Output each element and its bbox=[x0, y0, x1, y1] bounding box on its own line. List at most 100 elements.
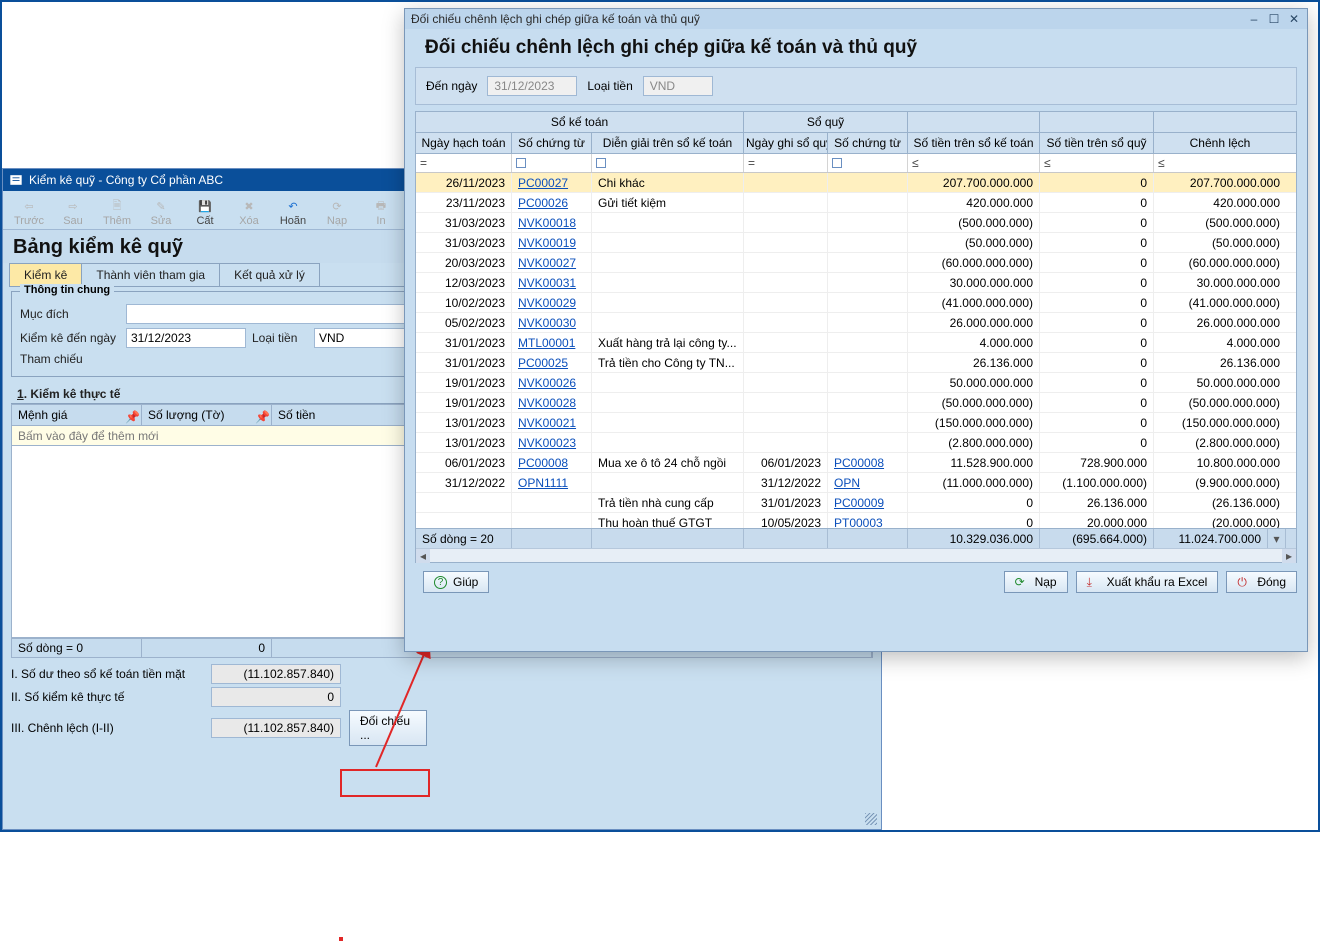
help-button[interactable]: ?Giúp bbox=[423, 571, 489, 593]
dialog-buttonbar: ?Giúp ⟳Nạp ⤓Xuất khẩu ra Excel ⏻Đóng bbox=[405, 563, 1307, 601]
grid-filter-row[interactable]: = = ≤ ≤ ≤ bbox=[416, 154, 1296, 173]
voucher-link[interactable]: NVK00018 bbox=[518, 216, 576, 230]
table-row[interactable]: 31/12/2022OPN111131/12/2022OPN(11.000.00… bbox=[416, 473, 1296, 493]
voucher-link[interactable]: OPN bbox=[834, 476, 860, 490]
horizontal-scrollbar[interactable]: ◂ ▸ bbox=[416, 548, 1296, 562]
toolbar-add[interactable]: 🗎Thêm bbox=[95, 195, 139, 229]
close-button[interactable]: ⏻Đóng bbox=[1226, 571, 1297, 593]
scroll-right-icon[interactable]: ▸ bbox=[1282, 549, 1296, 563]
denngay-input[interactable]: 31/12/2023 bbox=[126, 328, 246, 348]
close-icon[interactable]: ✕ bbox=[1287, 12, 1301, 26]
dialog-heading: Đối chiếu chênh lệch ghi chép giữa kế to… bbox=[405, 29, 1307, 61]
export-excel-button[interactable]: ⤓Xuất khẩu ra Excel bbox=[1076, 571, 1219, 593]
hdr-diengiai[interactable]: Diễn giải trên sổ kế toán bbox=[592, 133, 744, 153]
voucher-link[interactable]: NVK00023 bbox=[518, 436, 576, 450]
table-row[interactable]: 05/02/2023NVK0003026.000.000.000026.000.… bbox=[416, 313, 1296, 333]
toolbar-prev[interactable]: ⇦Trước bbox=[7, 195, 51, 229]
grid-body[interactable]: 26/11/2023PC00027Chi khác207.700.000.000… bbox=[416, 173, 1296, 528]
voucher-link[interactable]: NVK00029 bbox=[518, 296, 576, 310]
col-soluong[interactable]: Số lượng (Tờ)📌 bbox=[142, 405, 272, 425]
reload-icon: ⟳ bbox=[328, 197, 346, 215]
hdr-sotien-q[interactable]: Số tiền trên sổ quỹ bbox=[1040, 133, 1154, 153]
filter-denngay-input[interactable]: 31/12/2023 bbox=[487, 76, 577, 96]
filter-loaitien-label: Loại tiền bbox=[587, 79, 632, 93]
thamchieu-label: Tham chiếu bbox=[20, 352, 120, 366]
dialog-titlebar: Đối chiếu chênh lệch ghi chép giữa kế to… bbox=[405, 9, 1307, 29]
checkbox-icon bbox=[516, 158, 526, 168]
table-row[interactable]: 26/11/2023PC00027Chi khác207.700.000.000… bbox=[416, 173, 1296, 193]
minimize-icon[interactable]: – bbox=[1247, 12, 1261, 26]
toolbar-undo[interactable]: ↶Hoãn bbox=[271, 195, 315, 229]
voucher-link[interactable]: NVK00019 bbox=[518, 236, 576, 250]
checkbox-icon bbox=[832, 158, 842, 168]
excel-icon: ⤓ bbox=[1087, 575, 1101, 589]
filter-loaitien-input[interactable]: VND bbox=[643, 76, 713, 96]
voucher-link[interactable]: NVK00026 bbox=[518, 376, 576, 390]
voucher-link[interactable]: NVK00027 bbox=[518, 256, 576, 270]
voucher-link[interactable]: PC00009 bbox=[834, 496, 884, 510]
hdr-sotien-kt[interactable]: Số tiền trên sổ kế toán bbox=[908, 133, 1040, 153]
voucher-link[interactable]: NVK00028 bbox=[518, 396, 576, 410]
voucher-link[interactable]: OPN1111 bbox=[518, 476, 568, 490]
hdr-sochungtu-q[interactable]: Số chứng từ bbox=[828, 133, 908, 153]
sum-i-label: I. Số dư theo sổ kế toán tiền mặt bbox=[11, 667, 211, 681]
table-row[interactable]: Thu hoàn thuế GTGT10/05/2023PT00003020.0… bbox=[416, 513, 1296, 528]
reload-icon: ⟳ bbox=[1015, 575, 1029, 589]
table-row[interactable]: 12/03/2023NVK0003130.000.000.000030.000.… bbox=[416, 273, 1296, 293]
toolbar-print[interactable]: 🖶In bbox=[359, 195, 403, 229]
voucher-link[interactable]: NVK00021 bbox=[518, 416, 576, 430]
reload-button[interactable]: ⟳Nạp bbox=[1004, 571, 1068, 593]
tab-kiemke[interactable]: Kiểm kê bbox=[9, 263, 82, 286]
voucher-link[interactable]: PC00008 bbox=[834, 456, 884, 470]
voucher-link[interactable]: NVK00030 bbox=[518, 316, 576, 330]
resize-grip-icon[interactable] bbox=[865, 813, 877, 825]
col-menhgia[interactable]: Mệnh giá📌 bbox=[12, 405, 142, 425]
table-row[interactable]: 10/02/2023NVK00029(41.000.000.000)0(41.0… bbox=[416, 293, 1296, 313]
table-row[interactable]: Trả tiền nhà cung cấp31/01/2023PC0000902… bbox=[416, 493, 1296, 513]
table-row[interactable]: 13/01/2023NVK00023(2.800.000.000)0(2.800… bbox=[416, 433, 1296, 453]
table-row[interactable]: 20/03/2023NVK00027(60.000.000.000)0(60.0… bbox=[416, 253, 1296, 273]
loaitien-input[interactable]: VND bbox=[314, 328, 414, 348]
tab-ketqua[interactable]: Kết quả xử lý bbox=[219, 263, 320, 286]
table-row[interactable]: 19/01/2023NVK00028(50.000.000.000)0(50.0… bbox=[416, 393, 1296, 413]
table-row[interactable]: 31/01/2023MTL00001Xuất hàng trả lại công… bbox=[416, 333, 1296, 353]
hdr-ngayhachtoan[interactable]: Ngày hạch toán bbox=[416, 133, 512, 153]
voucher-link[interactable]: NVK00031 bbox=[518, 276, 576, 290]
table-row[interactable]: 13/01/2023NVK00021(150.000.000.000)0(150… bbox=[416, 413, 1296, 433]
dialog-filterbar: Đến ngày 31/12/2023 Loại tiền VND bbox=[415, 67, 1297, 105]
toolbar-next[interactable]: ⇨Sau bbox=[51, 195, 95, 229]
voucher-link[interactable]: PC00008 bbox=[518, 456, 568, 470]
toolbar-delete[interactable]: ✖Xóa bbox=[227, 195, 271, 229]
app-icon bbox=[9, 173, 23, 187]
table-row[interactable]: 06/01/2023PC00008Mua xe ô tô 24 chỗ ngồi… bbox=[416, 453, 1296, 473]
table-row[interactable]: 19/01/2023NVK0002650.000.000.000050.000.… bbox=[416, 373, 1296, 393]
toolbar-save[interactable]: 💾Cất bbox=[183, 195, 227, 229]
table-row[interactable]: 31/01/2023PC00025Trả tiền cho Công ty TN… bbox=[416, 353, 1296, 373]
hdr-chenhlech[interactable]: Chênh lệch bbox=[1154, 133, 1286, 153]
hdr-ngayghisoquy[interactable]: Ngày ghi sổ quỹ bbox=[744, 133, 828, 153]
hdrgrp-ketoan: Sổ kế toán bbox=[416, 112, 744, 132]
hdr-sochungtu-kt[interactable]: Số chứng từ bbox=[512, 133, 592, 153]
voucher-link[interactable]: PC00026 bbox=[518, 196, 568, 210]
voucher-link[interactable]: PC00027 bbox=[518, 176, 568, 190]
voucher-link[interactable]: PT00003 bbox=[834, 516, 883, 529]
doichieu-button[interactable]: Đối chiếu ... bbox=[349, 710, 427, 746]
undo-icon: ↶ bbox=[284, 197, 302, 215]
toolbar-reload[interactable]: ⟳Nạp bbox=[315, 195, 359, 229]
voucher-link[interactable]: MTL00001 bbox=[518, 336, 575, 350]
tab-thanhvien[interactable]: Thành viên tham gia bbox=[81, 263, 220, 286]
dialog-title-text: Đối chiếu chênh lệch ghi chép giữa kế to… bbox=[411, 12, 700, 26]
general-legend: Thông tin chung bbox=[20, 284, 114, 296]
voucher-link[interactable]: PC00025 bbox=[518, 356, 568, 370]
table-row[interactable]: 31/03/2023NVK00019(50.000.000)0(50.000.0… bbox=[416, 233, 1296, 253]
table-row[interactable]: 23/11/2023PC00026Gửi tiết kiệm420.000.00… bbox=[416, 193, 1296, 213]
sum-iii-value: (11.102.857.840) bbox=[211, 718, 341, 738]
hdrgrp-quy: Sổ quỹ bbox=[744, 112, 908, 132]
scroll-left-icon[interactable]: ◂ bbox=[416, 549, 430, 563]
table-row[interactable]: 31/03/2023NVK00018(500.000.000)0(500.000… bbox=[416, 213, 1296, 233]
arrow-left-icon: ⇦ bbox=[20, 197, 38, 215]
maximize-icon[interactable]: ☐ bbox=[1267, 12, 1281, 26]
footer-sodong: Số dòng = 0 bbox=[12, 639, 142, 657]
scroll-down-icon[interactable]: ▾ bbox=[1268, 529, 1286, 548]
toolbar-edit[interactable]: ✎Sửa bbox=[139, 195, 183, 229]
